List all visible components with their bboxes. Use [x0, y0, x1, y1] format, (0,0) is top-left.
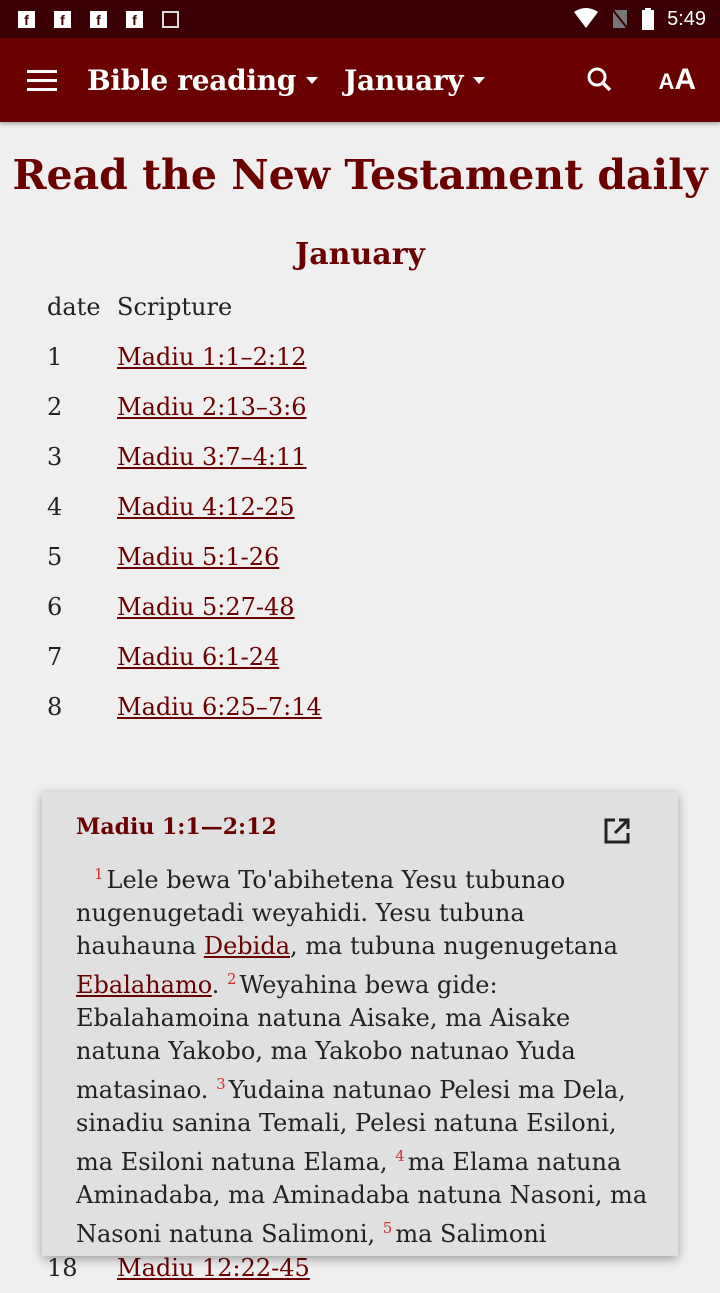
reading-table: date Scripture 1 Madiu 1:1–2:12 2 Madiu 2:1… — [47, 282, 720, 732]
table-row: 8 Madiu 6:25–7:14 — [47, 682, 720, 732]
book-selector-label: Bible reading — [87, 63, 297, 97]
table-header: date Scripture — [47, 282, 720, 332]
facebook-icon: f — [126, 10, 143, 28]
row-date: 4 — [47, 493, 63, 521]
glossary-link[interactable]: Debida — [204, 932, 290, 960]
scripture-link[interactable]: Madiu 3:7–4:11 — [117, 443, 307, 471]
text-size-icon[interactable]: AA — [658, 63, 696, 97]
caret-down-icon — [473, 76, 486, 84]
open-external-icon[interactable] — [602, 816, 632, 846]
verse-number: 1 — [94, 865, 104, 883]
month-selector[interactable]: January — [344, 63, 486, 97]
table-row: 7 Madiu 6:1-24 — [47, 632, 720, 682]
scripture-link[interactable]: Madiu 5:1-26 — [117, 543, 279, 571]
verse-text: . — [211, 971, 227, 999]
passage-text: 1 Lele bewa To'abihetena Yesu tubunao nug… — [76, 858, 651, 1248]
verse-number: 2 — [227, 970, 237, 988]
verse-number: 4 — [395, 1147, 405, 1165]
glossary-link[interactable]: Ebalahamo — [76, 971, 212, 999]
book-selector[interactable]: Bible reading — [87, 63, 319, 97]
verse-number: 5 — [382, 1219, 393, 1237]
app-bar: Bible reading January AA — [0, 38, 720, 122]
row-date: 7 — [47, 643, 63, 671]
scripture-link[interactable]: Madiu 12:22-45 — [117, 1254, 310, 1282]
page-title: Read the New Testament daily — [12, 151, 708, 199]
facebook-icon: f — [90, 10, 107, 28]
month-heading: January — [295, 237, 425, 272]
column-scripture: Scripture — [117, 293, 233, 321]
scripture-link[interactable]: Madiu 2:13–3:6 — [117, 393, 307, 421]
table-row: 2 Madiu 2:13–3:6 — [47, 382, 720, 432]
wifi-icon — [574, 8, 599, 28]
facebook-icon: f — [54, 10, 71, 28]
row-date: 5 — [47, 543, 63, 571]
passage-popup: Madiu 1:1—2:12 1 Lele bewa To'abihetena Y… — [42, 792, 678, 1256]
table-row: 6 Madiu 5:27-48 — [47, 582, 720, 632]
row-date: 3 — [47, 443, 63, 471]
no-sim-icon — [611, 8, 629, 30]
column-date: date — [47, 293, 101, 321]
clock: 5:49 — [667, 7, 706, 30]
image-icon — [162, 10, 179, 28]
search-icon[interactable] — [580, 60, 620, 100]
scripture-link[interactable]: Madiu 6:25–7:14 — [117, 693, 322, 721]
row-date: 18 — [47, 1254, 78, 1282]
table-row: 5 Madiu 5:1-26 — [47, 532, 720, 582]
verse-text: , ma tubuna nugenugetana — [290, 932, 618, 960]
scripture-link[interactable]: Madiu 6:1-24 — [117, 643, 279, 671]
verse-number: 3 — [216, 1075, 226, 1093]
table-row: 1 Madiu 1:1–2:12 — [47, 332, 720, 382]
row-date: 2 — [47, 393, 63, 421]
status-bar: f f f f 5:49 — [0, 0, 720, 38]
table-row: 3 Madiu 3:7–4:11 — [47, 432, 720, 482]
row-date: 1 — [47, 343, 63, 371]
battery-icon — [642, 8, 655, 30]
row-date: 8 — [47, 693, 63, 721]
month-selector-label: January — [344, 63, 464, 97]
menu-icon[interactable] — [27, 64, 57, 97]
scripture-link[interactable]: Madiu 1:1–2:12 — [117, 343, 307, 371]
facebook-icon: f — [18, 10, 35, 28]
scripture-link[interactable]: Madiu 4:12-25 — [117, 493, 295, 521]
caret-down-icon — [306, 76, 319, 84]
popup-title: Madiu 1:1—2:12 — [76, 814, 277, 840]
row-date: 6 — [47, 593, 63, 621]
table-row: 4 Madiu 4:12-25 — [47, 482, 720, 532]
scripture-link[interactable]: Madiu 5:27-48 — [117, 593, 295, 621]
